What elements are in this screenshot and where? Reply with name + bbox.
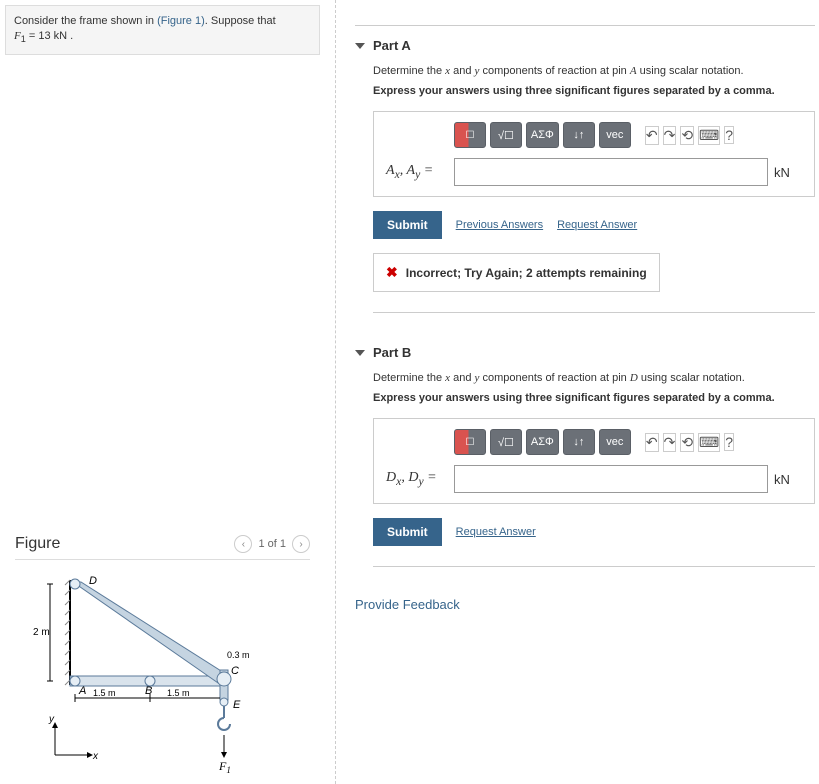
figure-image: 2 m 1.5 m 1.5 m 0.3 m D A B C E F1 (15, 570, 295, 780)
figure-counter: 1 of 1 (258, 538, 286, 550)
incorrect-x-icon: ✖ (386, 264, 398, 281)
vec-tool-button[interactable]: vec (599, 429, 631, 455)
part-a-title: Part A (373, 38, 411, 53)
undo-button[interactable]: ↶ (645, 433, 659, 452)
help-button[interactable]: ? (724, 433, 734, 451)
help-button[interactable]: ? (724, 126, 734, 144)
part-b-toolbar: ☐ √☐ ΑΣΦ ↓↑ vec ↶ ↷ ⟲ ⌨ ? (386, 429, 802, 465)
problem-period: . (67, 30, 73, 42)
part-b-description: Determine the x and y components of reac… (355, 370, 815, 390)
part-b-title: Part B (373, 345, 411, 360)
part-b-unit: kN (774, 472, 802, 487)
part-a-unit: kN (774, 165, 802, 180)
figure-prev-button[interactable]: ‹ (234, 535, 252, 553)
svg-text:2 m: 2 m (33, 627, 50, 638)
column-divider (335, 0, 336, 784)
figure-panel: Figure ‹ 1 of 1 › (5, 535, 320, 780)
redo-button[interactable]: ↷ (663, 126, 677, 145)
part-a-previous-answers-link[interactable]: Previous Answers (456, 219, 543, 231)
svg-text:y: y (48, 714, 55, 725)
svg-text:1.5 m: 1.5 m (93, 688, 116, 698)
svg-text:F1: F1 (218, 759, 231, 775)
greek-tool-button[interactable]: ΑΣΦ (526, 429, 559, 455)
undo-button[interactable]: ↶ (645, 126, 659, 145)
part-a-feedback-text: Incorrect; Try Again; 2 attempts remaini… (406, 266, 647, 280)
part-a-section: Part A Determine the x and y components … (355, 25, 815, 333)
part-a-feedback-message: ✖ Incorrect; Try Again; 2 attempts remai… (373, 253, 660, 292)
redo-button[interactable]: ↷ (663, 433, 677, 452)
part-a-answer-box: ☐ √☐ ΑΣΦ ↓↑ vec ↶ ↷ ⟲ ⌨ ? Ax, Ay = kN (373, 111, 815, 197)
part-b-section: Part B Determine the x and y components … (355, 333, 815, 587)
template-tool-button[interactable]: ☐ (454, 122, 486, 148)
problem-text-suffix: . Suppose that (205, 15, 276, 27)
part-b-collapse-toggle[interactable]: Part B (355, 345, 815, 370)
keyboard-button[interactable]: ⌨ (698, 433, 720, 452)
reset-button[interactable]: ⟲ (680, 126, 694, 145)
svg-text:1.5 m: 1.5 m (167, 688, 190, 698)
part-b-answer-input[interactable] (454, 465, 768, 493)
svg-text:C: C (231, 665, 239, 677)
template-tool-button[interactable]: ☐ (454, 429, 486, 455)
svg-text:B: B (145, 685, 152, 697)
svg-text:x: x (92, 751, 99, 762)
part-a-request-answer-link[interactable]: Request Answer (557, 219, 637, 231)
figure-next-button[interactable]: › (292, 535, 310, 553)
sqrt-tool-button[interactable]: √☐ (490, 122, 522, 148)
part-b-submit-button[interactable]: Submit (373, 518, 442, 546)
svg-text:D: D (89, 575, 97, 587)
vec-tool-button[interactable]: vec (599, 122, 631, 148)
caret-down-icon (355, 43, 365, 49)
figure-title: Figure (15, 535, 60, 553)
arrows-tool-button[interactable]: ↓↑ (563, 429, 595, 455)
part-a-description: Determine the x and y components of reac… (355, 63, 815, 83)
svg-text:A: A (78, 685, 86, 697)
svg-text:0.3 m: 0.3 m (227, 650, 250, 660)
part-b-instruction: Express your answers using three signifi… (355, 390, 815, 418)
problem-var: F (14, 30, 21, 42)
part-a-answer-label: Ax, Ay = (386, 163, 448, 181)
problem-unit: kN (54, 30, 67, 42)
svg-text:E: E (233, 699, 241, 711)
keyboard-button[interactable]: ⌨ (698, 126, 720, 145)
part-b-answer-label: Dx, Dy = (386, 470, 448, 488)
arrows-tool-button[interactable]: ↓↑ (563, 122, 595, 148)
problem-statement: Consider the frame shown in (Figure 1). … (5, 5, 320, 55)
problem-text-prefix: Consider the frame shown in (14, 15, 157, 27)
part-b-request-answer-link[interactable]: Request Answer (456, 526, 536, 538)
problem-eq: = 13 (26, 30, 54, 42)
provide-feedback-link[interactable]: Provide Feedback (355, 597, 460, 612)
part-a-instruction: Express your answers using three signifi… (355, 83, 815, 111)
part-b-answer-box: ☐ √☐ ΑΣΦ ↓↑ vec ↶ ↷ ⟲ ⌨ ? Dx, Dy = kN (373, 418, 815, 504)
figure-link[interactable]: (Figure 1) (157, 15, 205, 27)
caret-down-icon (355, 350, 365, 356)
part-a-collapse-toggle[interactable]: Part A (355, 38, 815, 63)
part-a-toolbar: ☐ √☐ ΑΣΦ ↓↑ vec ↶ ↷ ⟲ ⌨ ? (386, 122, 802, 158)
reset-button[interactable]: ⟲ (680, 433, 694, 452)
part-a-submit-button[interactable]: Submit (373, 211, 442, 239)
part-a-answer-input[interactable] (454, 158, 768, 186)
greek-tool-button[interactable]: ΑΣΦ (526, 122, 559, 148)
sqrt-tool-button[interactable]: √☐ (490, 429, 522, 455)
